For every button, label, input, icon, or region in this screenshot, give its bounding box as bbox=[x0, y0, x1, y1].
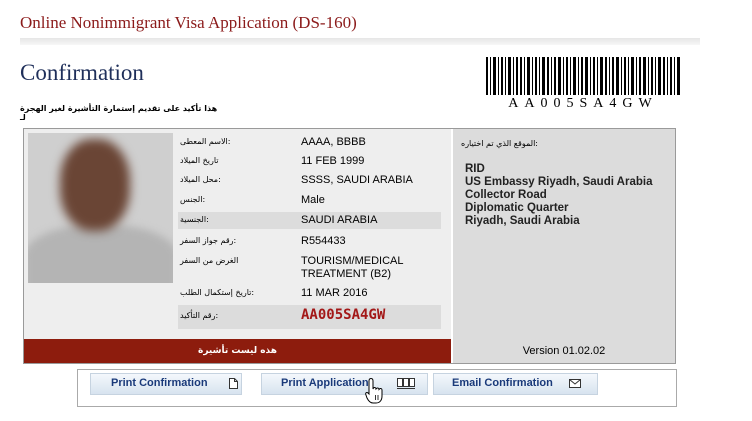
passport-number-row: :رقم جواز السفر R554433 bbox=[178, 233, 441, 250]
gender-label: :الجنس bbox=[180, 195, 206, 204]
location-city: Riyadh, Saudi Arabia bbox=[465, 215, 580, 227]
birth-place-value: SSSS, SAUDI ARABIA bbox=[301, 174, 413, 186]
barcode-image bbox=[486, 57, 680, 95]
location-street: Collector Road bbox=[465, 189, 547, 201]
page-icon bbox=[229, 378, 238, 389]
travel-purpose-value: TOURISM/MEDICAL TREATMENT (B2) bbox=[301, 255, 404, 280]
print-confirmation-label: Print Confirmation bbox=[111, 377, 208, 389]
confirmation-number-label: :رقم التأكيد bbox=[180, 311, 219, 320]
not-a-visa-banner: هذه ليست تأشيرة bbox=[24, 339, 451, 363]
completion-date-label: :تاريخ إستكمال الطلب bbox=[180, 288, 255, 297]
travel-purpose-row: الغرض من السفر TOURISM/MEDICAL TREATMENT… bbox=[178, 253, 441, 283]
completion-date-value: 11 MAR 2016 bbox=[301, 287, 368, 299]
applicant-photo bbox=[28, 133, 173, 283]
confirmation-number-row: :رقم التأكيد AA005SA4GW bbox=[178, 305, 441, 329]
passport-number-label: :رقم جواز السفر bbox=[180, 236, 237, 245]
email-confirmation-button[interactable]: Email Confirmation bbox=[433, 373, 598, 395]
print-confirmation-button[interactable]: Print Confirmation bbox=[90, 373, 242, 395]
nationality-value: SAUDI ARABIA bbox=[301, 214, 378, 226]
birth-place-row: :محل الميلاد SSSS, SAUDI ARABIA bbox=[178, 172, 441, 189]
confirmation-subtitle: هذا تأكيد على تقديم إستمارة التأشيرة لغي… bbox=[20, 104, 218, 122]
gender-value: Male bbox=[301, 194, 325, 206]
barcode-text: AA005SA4GW bbox=[508, 96, 658, 111]
passport-number-value: R554433 bbox=[301, 235, 346, 247]
location-label: :الموقع الذي تم اختياره bbox=[461, 139, 538, 148]
page-title: Confirmation bbox=[20, 60, 144, 85]
print-application-button[interactable]: Print Application bbox=[261, 373, 428, 395]
header-divider bbox=[20, 38, 700, 45]
gender-row: :الجنس Male bbox=[178, 192, 441, 209]
given-name-value: AAAA, BBBB bbox=[301, 136, 366, 148]
location-district: Diplomatic Quarter bbox=[465, 202, 569, 214]
nationality-row: :الجنسية SAUDI ARABIA bbox=[178, 212, 441, 229]
print-application-label: Print Application bbox=[281, 377, 369, 389]
birth-date-row: تاريخ الميلاد 11 FEB 1999 bbox=[178, 153, 441, 170]
birth-place-label: :محل الميلاد bbox=[180, 175, 221, 184]
applicant-details-panel: :الاسم المعطى AAAA, BBBB تاريخ الميلاد 1… bbox=[24, 129, 451, 339]
app-title: Online Nonimmigrant Visa Application (DS… bbox=[20, 13, 357, 32]
email-confirmation-label: Email Confirmation bbox=[452, 377, 553, 389]
location-address: RID US Embassy Riyadh, Saudi Arabia Coll… bbox=[465, 163, 652, 228]
hand-cursor-icon bbox=[365, 377, 383, 404]
completion-date-row: :تاريخ إستكمال الطلب 11 MAR 2016 bbox=[178, 285, 441, 302]
nationality-label: :الجنسية bbox=[180, 215, 209, 224]
location-code: RID bbox=[465, 163, 485, 175]
birth-date-value: 11 FEB 1999 bbox=[301, 155, 365, 167]
birth-date-label: تاريخ الميلاد bbox=[180, 156, 219, 165]
confirmation-number-value: AA005SA4GW bbox=[301, 307, 386, 323]
given-name-label: :الاسم المعطى bbox=[180, 137, 231, 146]
location-embassy: US Embassy Riyadh, Saudi Arabia bbox=[465, 176, 653, 188]
location-panel: :الموقع الذي تم اختياره RID US Embassy R… bbox=[453, 129, 675, 339]
envelope-icon bbox=[569, 379, 581, 388]
travel-purpose-label: الغرض من السفر bbox=[180, 256, 239, 265]
confirmation-panel: :الاسم المعطى AAAA, BBBB تاريخ الميلاد 1… bbox=[23, 128, 676, 364]
pages-icon bbox=[397, 378, 415, 389]
given-name-row: :الاسم المعطى AAAA, BBBB bbox=[178, 134, 441, 151]
version-text: Version 01.02.02 bbox=[453, 339, 675, 363]
